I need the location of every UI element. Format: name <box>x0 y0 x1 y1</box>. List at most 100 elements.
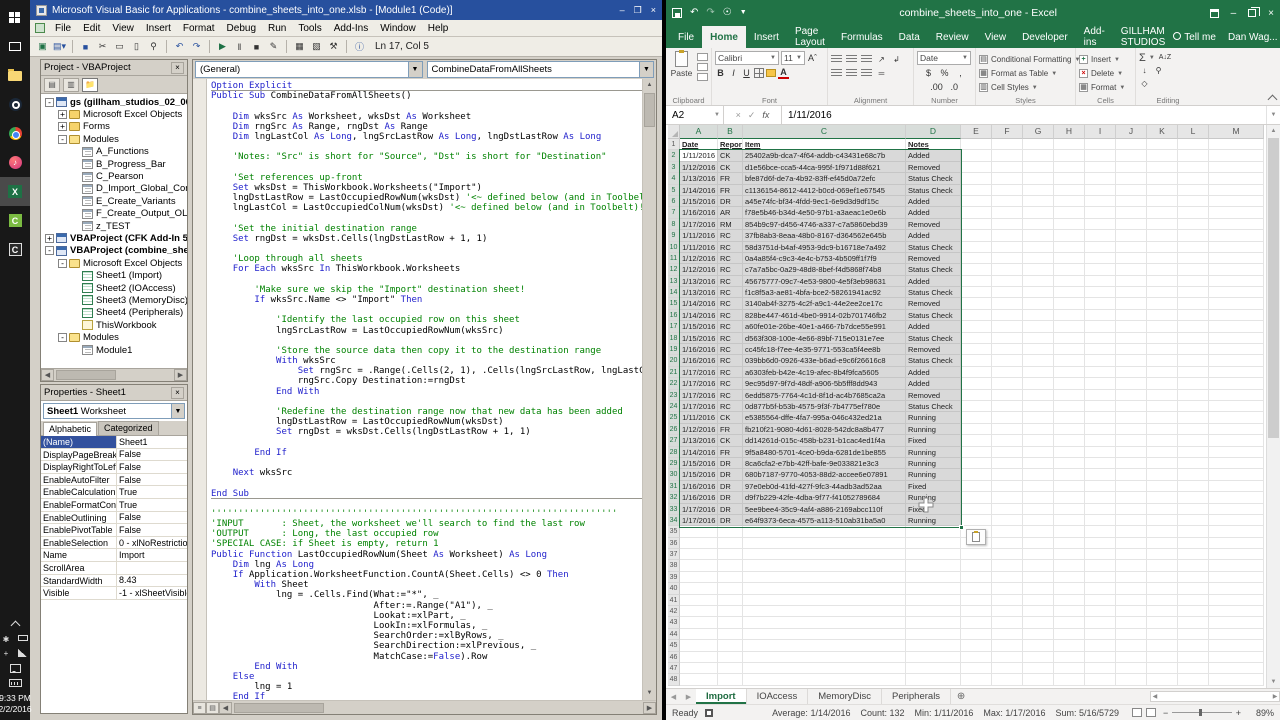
cell-J12[interactable] <box>1116 264 1147 275</box>
column-header-E[interactable]: E <box>961 125 992 139</box>
property-value[interactable]: False <box>117 475 187 485</box>
cell-B20[interactable]: RC <box>718 355 743 366</box>
cell-L22[interactable] <box>1178 378 1209 389</box>
property-row-enableformatconditio[interactable]: EnableFormatConditioTrue <box>41 499 187 512</box>
cut-button[interactable] <box>697 53 708 61</box>
cell-D48[interactable] <box>906 674 961 685</box>
cell-M20[interactable] <box>1209 355 1264 366</box>
cell-H6[interactable] <box>1054 196 1085 207</box>
property-row-displayrighttoleft[interactable]: DisplayRightToLeftFalse <box>41 461 187 474</box>
cell-B6[interactable]: DR <box>718 196 743 207</box>
cell-F5[interactable] <box>992 185 1023 196</box>
cell-B13[interactable]: RC <box>718 276 743 287</box>
cell-A45[interactable] <box>680 640 718 651</box>
cell-B26[interactable]: FR <box>718 424 743 435</box>
cell-K8[interactable] <box>1147 219 1178 230</box>
cell-L2[interactable] <box>1178 150 1209 161</box>
cell-I7[interactable] <box>1085 207 1116 218</box>
cell-E27[interactable] <box>961 435 992 446</box>
design-mode-icon[interactable]: ✎ <box>266 39 281 54</box>
cell-L21[interactable] <box>1178 367 1209 378</box>
cell-B21[interactable]: RC <box>718 367 743 378</box>
full-module-view-button[interactable]: ▤ <box>206 702 219 714</box>
toggle-folders-button[interactable]: 📁 <box>82 78 98 92</box>
cell-M6[interactable] <box>1209 196 1264 207</box>
row-header-38[interactable]: 38 <box>668 560 680 571</box>
cell-K45[interactable] <box>1147 640 1178 651</box>
cell-I28[interactable] <box>1085 447 1116 458</box>
cell-G6[interactable] <box>1023 196 1054 207</box>
menu-help[interactable]: Help <box>422 23 455 34</box>
cell-A48[interactable] <box>680 674 718 685</box>
menu-edit[interactable]: Edit <box>77 23 106 34</box>
select-all-corner[interactable] <box>668 125 680 139</box>
restore-button[interactable] <box>1248 9 1256 17</box>
column-header-K[interactable]: K <box>1147 125 1178 139</box>
cell-A42[interactable] <box>680 606 718 617</box>
cell-G9[interactable] <box>1023 230 1054 241</box>
ribbon-tab-page-layout[interactable]: Page Layout <box>787 26 833 48</box>
cell-J46[interactable] <box>1116 652 1147 663</box>
touch-keyboard-icon[interactable] <box>9 679 22 687</box>
cell-L3[interactable] <box>1178 162 1209 173</box>
cell-E19[interactable] <box>961 344 992 355</box>
cell-A22[interactable]: 1/17/2016 <box>680 378 718 389</box>
cell-B1[interactable]: Reporter <box>718 139 743 150</box>
cell-I31[interactable] <box>1085 481 1116 492</box>
cell-I42[interactable] <box>1085 606 1116 617</box>
cell-F42[interactable] <box>992 606 1023 617</box>
cell-B35[interactable] <box>718 526 743 537</box>
row-header-27[interactable]: 27 <box>668 435 680 446</box>
cell-G18[interactable] <box>1023 333 1054 344</box>
cell-K32[interactable] <box>1147 492 1178 503</box>
cell-B45[interactable] <box>718 640 743 651</box>
cell-A44[interactable] <box>680 629 718 640</box>
row-header-19[interactable]: 19 <box>668 344 680 355</box>
cell-C26[interactable]: fb210f21-9080-4d61-8028-542dc8a8b477 <box>743 424 906 435</box>
cell-G10[interactable] <box>1023 242 1054 253</box>
cell-H36[interactable] <box>1054 538 1085 549</box>
move-icon[interactable]: + <box>2 649 11 658</box>
cell-E31[interactable] <box>961 481 992 492</box>
merge-center-button[interactable]: ═ <box>876 67 887 79</box>
cell-K3[interactable] <box>1147 162 1178 173</box>
cell-K31[interactable] <box>1147 481 1178 492</box>
cell-K40[interactable] <box>1147 583 1178 594</box>
cell-J30[interactable] <box>1116 469 1147 480</box>
property-value[interactable]: 0 - xlNoRestrictions <box>117 538 187 548</box>
cell-G28[interactable] <box>1023 447 1054 458</box>
cell-B15[interactable]: RC <box>718 298 743 309</box>
cell-B48[interactable] <box>718 674 743 685</box>
cell-L43[interactable] <box>1178 617 1209 628</box>
cell-M24[interactable] <box>1209 401 1264 412</box>
cell-A43[interactable] <box>680 617 718 628</box>
cell-C5[interactable]: c1136154-8612-4412-b0cd-069ef1e67545 <box>743 185 906 196</box>
properties-window-icon[interactable]: ▧ <box>309 39 324 54</box>
cell-B39[interactable] <box>718 572 743 583</box>
accounting-format-button[interactable]: $ <box>923 67 934 79</box>
cell-D11[interactable]: Removed <box>906 253 961 264</box>
cell-C44[interactable] <box>743 629 906 640</box>
ribbon-tab-review[interactable]: Review <box>928 26 977 48</box>
cell-M34[interactable] <box>1209 515 1264 526</box>
cell-J5[interactable] <box>1116 185 1147 196</box>
row-header-10[interactable]: 10 <box>668 242 680 253</box>
cell-J19[interactable] <box>1116 344 1147 355</box>
cell-J6[interactable] <box>1116 196 1147 207</box>
ribbon-tab-home[interactable]: Home <box>702 26 746 48</box>
ribbon-tab-gillham-studios[interactable]: GILLHAM STUDIOS <box>1113 26 1173 48</box>
cell-I20[interactable] <box>1085 355 1116 366</box>
cell-M44[interactable] <box>1209 629 1264 640</box>
cell-M23[interactable] <box>1209 390 1264 401</box>
row-header-41[interactable]: 41 <box>668 595 680 606</box>
cell-F1[interactable] <box>992 139 1023 150</box>
cell-K18[interactable] <box>1147 333 1178 344</box>
cell-L18[interactable] <box>1178 333 1209 344</box>
cell-G42[interactable] <box>1023 606 1054 617</box>
cell-B31[interactable]: DR <box>718 481 743 492</box>
new-sheet-button[interactable]: ⊕ <box>951 689 971 704</box>
cell-I21[interactable] <box>1085 367 1116 378</box>
view-code-button[interactable]: ▤ <box>44 78 60 92</box>
cell-F7[interactable] <box>992 207 1023 218</box>
cell-F33[interactable] <box>992 504 1023 515</box>
